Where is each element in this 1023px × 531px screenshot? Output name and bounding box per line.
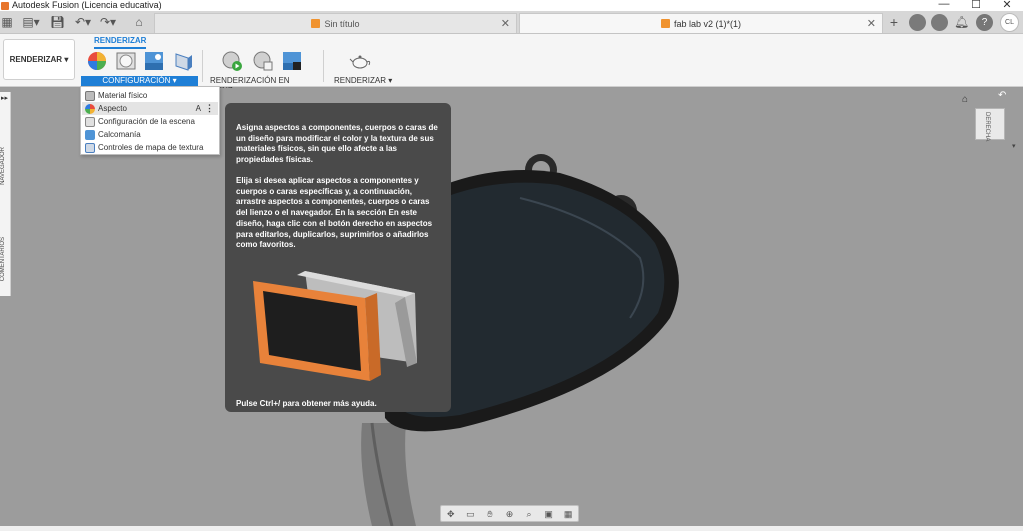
- view-cube-face-label: DERECHA: [984, 112, 990, 142]
- ribbon-separator: [323, 50, 324, 82]
- configuracion-label: CONFIGURACIÓN: [102, 76, 171, 85]
- menu-item-label: Configuración de la escena: [98, 117, 195, 126]
- new-tab-icon[interactable]: +: [886, 15, 902, 29]
- comentarios-label[interactable]: COMENTARIOS: [0, 237, 11, 281]
- job-status-icon[interactable]: [931, 14, 948, 31]
- renderizacion-lienzo-group-button[interactable]: RENDERIZACIÓN EN LIENZ... ▾: [210, 76, 318, 95]
- appearance-icon[interactable]: [86, 50, 108, 72]
- orbit-icon[interactable]: ✥: [445, 509, 456, 519]
- look-at-icon[interactable]: ▭: [465, 509, 476, 519]
- menu-item-label: Calcomanía: [98, 130, 141, 139]
- navigation-toolbar: ✥ ▭ ✋︎ ⊕ ⌕ ▣ ▦: [440, 505, 579, 522]
- tab-renderizar[interactable]: RENDERIZAR: [94, 36, 147, 49]
- tooltip-instructions: Elija si desea aplicar aspectos a compon…: [236, 176, 433, 250]
- menu-item-aspecto[interactable]: Aspecto A ⋮: [82, 102, 218, 115]
- rotate-view-icon[interactable]: ↶: [998, 90, 1006, 101]
- scene-settings-icon: [85, 116, 95, 127]
- more-options-icon[interactable]: ⋮: [205, 103, 214, 114]
- physical-material-icon: [85, 90, 95, 101]
- workspace-label: RENDERIZAR: [9, 55, 63, 64]
- close-tab-icon[interactable]: ✕: [867, 17, 876, 30]
- shortcut-key: A: [195, 104, 201, 113]
- file-menu-icon[interactable]: ▤▾: [20, 15, 42, 29]
- maximize-button[interactable]: ☐: [961, 0, 991, 11]
- home-view-icon[interactable]: ⌂: [962, 94, 968, 105]
- renderizar-label: RENDERIZAR: [334, 76, 387, 85]
- texture-map-icon: [85, 142, 95, 153]
- user-avatar[interactable]: CL: [1000, 13, 1019, 32]
- browser-side-panel[interactable]: ▸▸ NAVEGADOR COMENTARIOS: [0, 92, 11, 296]
- document-cube-icon: [311, 19, 321, 28]
- menu-item-material-fisico[interactable]: Material físico: [82, 89, 218, 102]
- ribbon-toolbar: RENDERIZAR ▾ RENDERIZAR CONFIGURACIÓN ▾: [0, 34, 1023, 95]
- help-icon[interactable]: ?: [976, 14, 993, 31]
- ribbon-separator: [202, 50, 203, 82]
- decal-icon: [85, 129, 95, 140]
- extensions-icon[interactable]: [909, 14, 926, 31]
- menu-item-calcomania[interactable]: Calcomanía: [82, 128, 218, 141]
- texture-map-icon[interactable]: [172, 50, 194, 72]
- status-bar: [0, 526, 1023, 531]
- menu-item-label: Controles de mapa de textura: [98, 143, 204, 152]
- view-cube-menu-icon[interactable]: ▾: [1012, 142, 1016, 150]
- window-title: Autodesk Fusion (Licencia educativa): [12, 0, 162, 10]
- tab-fab-lab[interactable]: fab lab v2 (1)*(1) ✕: [519, 13, 883, 33]
- apps-grid-icon[interactable]: ▦: [1, 15, 13, 29]
- appearance-icon: [85, 103, 95, 114]
- workspace-switcher-button[interactable]: RENDERIZAR ▾: [3, 39, 75, 80]
- tab-sin-titulo[interactable]: Sin título ✕: [154, 13, 517, 33]
- title-bar: Autodesk Fusion (Licencia educativa) — ☐…: [0, 0, 1023, 11]
- navegador-label[interactable]: NAVEGADOR: [0, 147, 11, 185]
- save-icon[interactable]: 💾︎: [50, 15, 65, 29]
- document-cube-icon: [660, 19, 670, 28]
- display-settings-icon[interactable]: ▣: [543, 509, 554, 519]
- configuracion-dropdown-menu: Material físico Aspecto A ⋮ Configuració…: [80, 86, 220, 155]
- tooltip-help-hint: Pulse Ctrl+/ para obtener más ayuda.: [236, 399, 377, 408]
- menu-item-label: Material físico: [98, 91, 148, 100]
- decal-icon[interactable]: [143, 50, 165, 72]
- minimize-button[interactable]: —: [929, 0, 959, 10]
- menu-item-controles-textura[interactable]: Controles de mapa de textura: [82, 141, 218, 154]
- scene-settings-icon[interactable]: [115, 50, 137, 72]
- grid-settings-icon[interactable]: ▦: [563, 509, 574, 519]
- redo-icon[interactable]: ↷▾: [97, 15, 119, 29]
- expand-panel-icon[interactable]: ▸▸: [1, 94, 8, 102]
- pan-hand-icon[interactable]: ✋︎: [484, 509, 495, 519]
- tooltip-illustration-image: [253, 271, 417, 381]
- menu-item-configuracion-escena[interactable]: Configuración de la escena: [82, 115, 218, 128]
- tab-label: fab lab v2 (1)*(1): [673, 18, 742, 29]
- tooltip-description: Asigna aspectos a componentes, cuerpos o…: [236, 123, 438, 165]
- renderizar-group-button[interactable]: RENDERIZAR ▾: [334, 76, 394, 86]
- start-canvas-render-icon[interactable]: [221, 50, 243, 72]
- capture-image-icon[interactable]: [281, 50, 303, 72]
- notifications-bell-icon[interactable]: 🔔︎: [954, 15, 969, 29]
- fusion-logo-icon: [1, 1, 9, 10]
- render-teapot-icon[interactable]: [349, 50, 371, 72]
- close-tab-icon[interactable]: ✕: [501, 17, 510, 30]
- fit-zoom-icon[interactable]: ⌕: [524, 509, 535, 519]
- tab-bar: ▦ ▤▾ 💾︎ ↶▾ ↷▾ ⌂ Sin título ✕ fab lab v2 …: [0, 11, 1023, 34]
- configuracion-group-button[interactable]: CONFIGURACIÓN ▾: [81, 76, 198, 86]
- menu-item-label: Aspecto: [98, 104, 127, 113]
- zoom-icon[interactable]: ⊕: [504, 509, 515, 519]
- home-icon[interactable]: ⌂: [131, 15, 147, 29]
- view-cube[interactable]: DERECHA: [975, 108, 1005, 142]
- tab-label: Sin título: [324, 18, 360, 29]
- close-window-button[interactable]: ✕: [992, 0, 1022, 11]
- appearance-tooltip: Asigna aspectos a componentes, cuerpos o…: [225, 103, 451, 412]
- canvas-render-settings-icon[interactable]: [252, 50, 274, 72]
- undo-icon[interactable]: ↶▾: [72, 15, 94, 29]
